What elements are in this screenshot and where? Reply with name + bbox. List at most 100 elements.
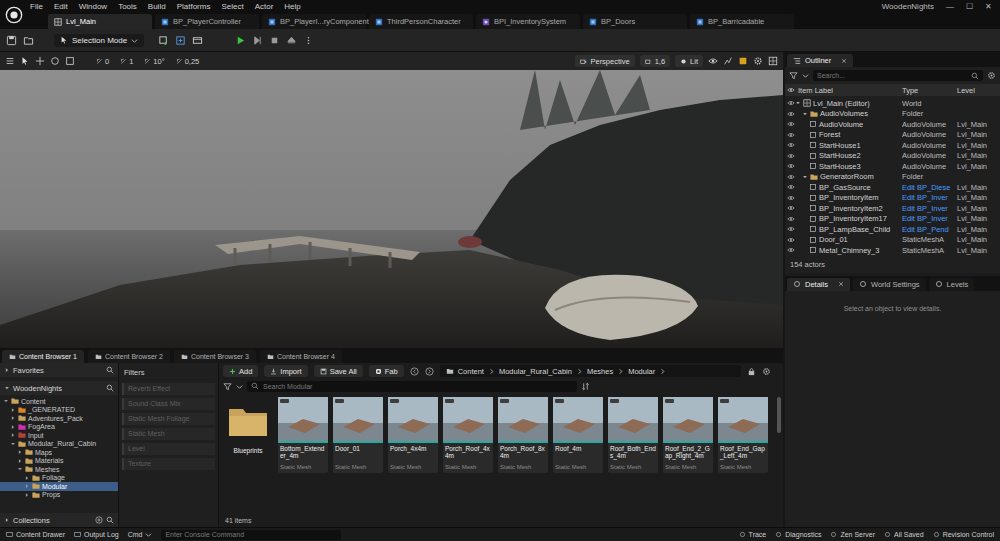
content-browser-tab[interactable]: Content Browser 2 [88,350,170,363]
column-header[interactable]: Level [954,86,1000,95]
toolbar-button[interactable]: Import [264,365,307,377]
menu-item[interactable]: Edit [54,2,68,11]
visibility-icon[interactable] [787,225,795,233]
blueprint-menu-icon[interactable] [175,35,186,46]
folder-tree-item[interactable]: Content [0,397,118,406]
outliner-row[interactable]: BP_InventoryItem2Edit BP_InverLvl_Main [785,203,1000,214]
back-icon[interactable] [410,367,419,376]
selection-mode-dropdown[interactable]: Selection Mode [54,34,144,47]
project-header[interactable]: WoodenNights [0,381,118,395]
camera-speed[interactable]: 1,6 [640,55,670,67]
folder-tree-item[interactable]: Foliage [0,474,118,483]
collapsed-arrow-icon[interactable] [10,407,16,413]
item-type[interactable]: Edit BP_Inver [899,193,954,202]
warning-badge-icon[interactable] [738,56,748,66]
item-type[interactable]: Edit BP_Inver [899,214,954,223]
asset-tile[interactable]: Door_01Static Mesh [333,397,383,473]
asset-tile[interactable]: Roof_Both_Ends_4mStatic Mesh [608,397,658,473]
asset-tile[interactable]: Blueprints [223,397,273,473]
folder-tree-item[interactable]: Adventures_Pack [0,414,118,423]
filter-item[interactable]: Level [122,443,215,455]
expanded-arrow-icon[interactable] [802,174,808,180]
folder-tree-item[interactable]: FogArea [0,423,118,432]
select-icon[interactable] [20,56,30,66]
add-actor-icon[interactable] [158,35,169,46]
document-tab[interactable]: BP_Doors [583,14,687,29]
menu-item[interactable]: Window [79,2,107,11]
details-tab[interactable]: Details [787,278,850,291]
expanded-arrow-icon[interactable] [17,466,23,472]
outliner-row[interactable]: StartHouse1AudioVolumeLvl_Main [785,140,1000,151]
folder-tree-item[interactable]: Modular [0,482,118,491]
folder-tree-item[interactable]: Props [0,491,118,500]
view-mode-dropdown[interactable]: Perspective [575,55,634,67]
outliner-row[interactable]: ForestAudioVolumeLvl_Main [785,130,1000,141]
status-button[interactable]: All Saved [884,531,924,538]
asset-tile[interactable]: Roof_4mStatic Mesh [553,397,603,473]
filter-icon[interactable] [789,71,798,80]
chevron-right-icon[interactable] [617,368,624,375]
status-button[interactable]: Zen Server [830,531,875,538]
details-tab[interactable]: Levels [929,278,975,291]
unreal-logo-icon[interactable] [5,6,23,24]
visibility-icon[interactable] [787,183,795,191]
outliner-row[interactable]: GeneratorRoomFolder [785,172,1000,183]
status-button[interactable]: Diagnostics [775,531,821,538]
search-icon[interactable] [106,516,114,524]
collapsed-arrow-icon[interactable] [10,432,16,438]
gear-icon[interactable] [987,71,996,80]
snap-setting[interactable]: 10° [141,57,167,66]
close-icon[interactable] [838,281,844,287]
toolbar-button[interactable]: Fab [369,365,404,377]
search-icon[interactable] [106,384,114,392]
visibility-icon[interactable] [787,110,795,118]
menu-item[interactable]: Select [221,2,243,11]
stop-icon[interactable] [269,35,280,46]
filter-item[interactable]: Texture [122,458,215,470]
eye-icon[interactable] [708,56,718,66]
close-icon[interactable] [841,58,847,64]
visibility-icon[interactable] [787,246,795,254]
menu-item[interactable]: Actor [255,2,274,11]
lighting-dropdown[interactable]: Lit [675,55,703,67]
visibility-icon[interactable] [787,152,795,160]
window-control[interactable]: — [946,2,954,11]
asset-tile[interactable]: Porch_4x4mStatic Mesh [388,397,438,473]
favorites-header[interactable]: Favorites [0,363,118,377]
column-header[interactable]: Type [899,86,954,95]
visibility-icon[interactable] [787,131,795,139]
expanded-arrow-icon[interactable] [10,441,16,447]
details-tab[interactable]: World Settings [853,278,926,291]
collections-header[interactable]: Collections [0,513,118,527]
document-tab[interactable]: BP_PlayerI...ryComponent [262,14,366,29]
visibility-icon[interactable] [787,215,795,223]
toolbar-button[interactable]: Add [223,365,258,377]
collapsed-arrow-icon[interactable] [17,458,23,464]
document-tab[interactable]: Lvl_Main [48,14,152,29]
expanded-arrow-icon[interactable] [795,100,801,106]
path-segment[interactable]: Modular [628,367,655,376]
outliner-row[interactable]: AudioVolumeAudioVolumeLvl_Main [785,119,1000,130]
visibility-icon[interactable] [787,99,795,107]
add-collection-icon[interactable] [95,516,103,524]
filter-item[interactable]: Static Mesh Foliage [122,413,215,425]
hamburger-icon[interactable] [5,56,15,66]
visibility-icon[interactable] [787,162,795,170]
folder-tree-item[interactable]: Meshes [0,465,118,474]
column-header[interactable]: Item Label [795,86,899,95]
window-control[interactable]: ☐ [966,2,973,11]
document-tab[interactable]: BP_PlayerController [155,14,259,29]
gear-icon[interactable] [753,56,763,66]
asset-tile[interactable]: Roof_End_Gap_Left_4mStatic Mesh [718,397,768,473]
caret-icon[interactable] [802,72,809,79]
asset-tile[interactable]: Bottom_Extender_4mStatic Mesh [278,397,328,473]
filter-item[interactable]: Static Mesh [122,428,215,440]
cinematics-icon[interactable] [192,35,203,46]
window-control[interactable]: ✕ [985,2,992,11]
layout-icon[interactable] [768,56,778,66]
forward-icon[interactable] [425,367,434,376]
menu-item[interactable]: Help [284,2,300,11]
chevron-right-icon[interactable] [659,368,666,375]
status-button[interactable]: Trace [739,531,767,538]
item-type[interactable]: Edit BP_Pend [899,225,954,234]
